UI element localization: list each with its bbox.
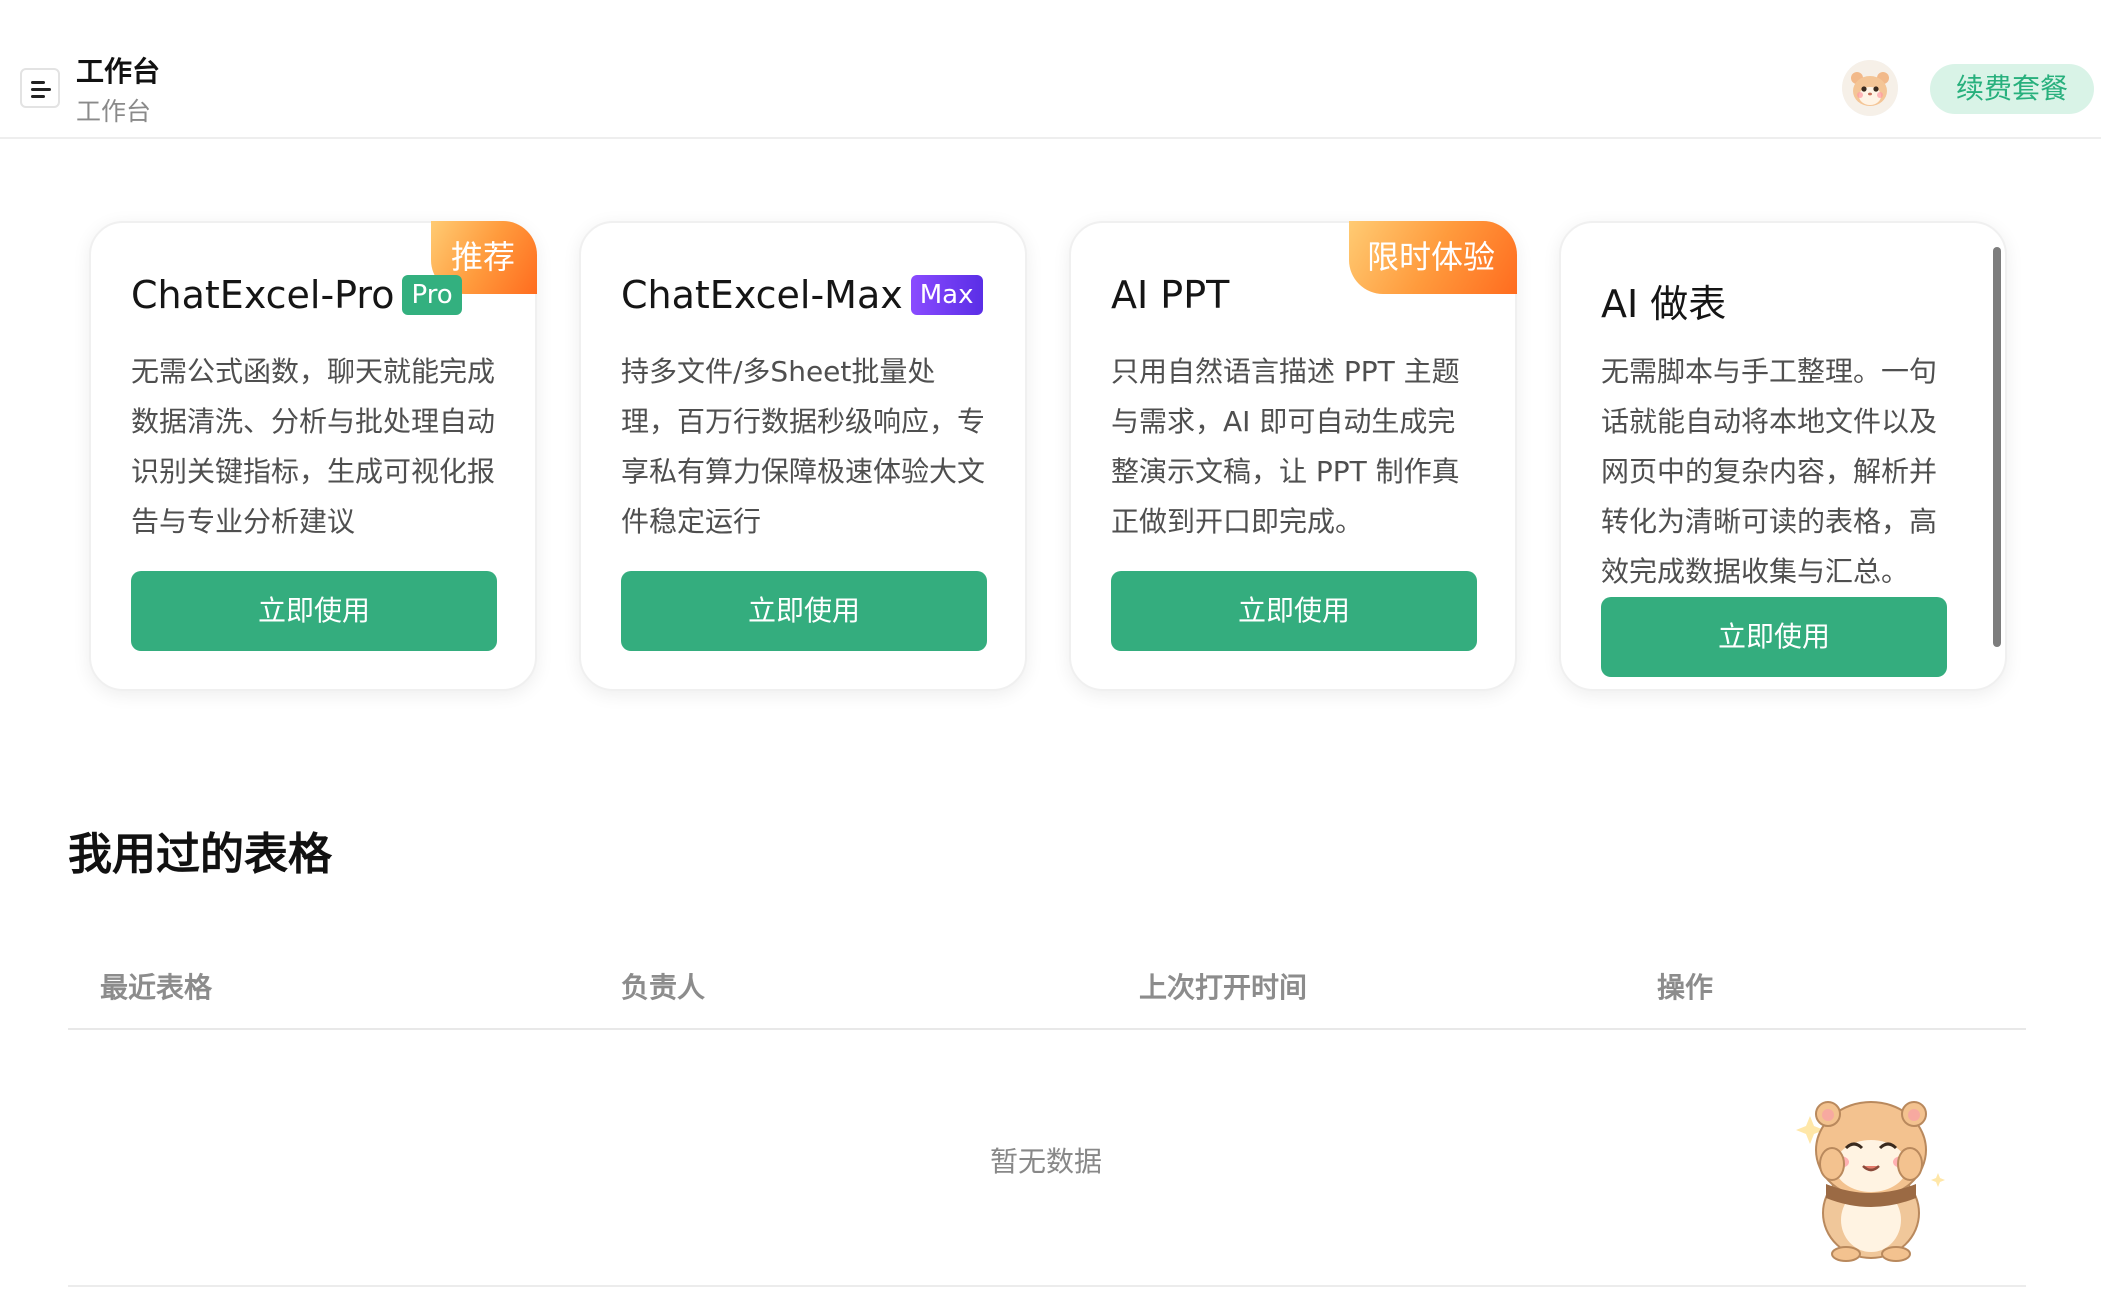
column-header-owner: 负责人 [621, 971, 706, 1004]
card-title-text: ChatExcel-Max [621, 273, 903, 317]
card-title-text: ChatExcel-Pro [131, 273, 395, 317]
product-card-ai-table: AI 做表 无需脚本与手工整理。一句话就能自动将本地文件以及网页中的复杂内容，解… [1559, 221, 2007, 691]
product-card-chatexcel-max: ChatExcel-Max Max 持多文件/多Sheet批量处理，百万行数据秒级… [579, 221, 1027, 691]
column-header-last-opened: 上次打开时间 [1139, 971, 1308, 1004]
column-header-actions: 操作 [1657, 971, 1714, 1004]
section-title: 我用过的表格 [68, 829, 332, 880]
ribbon-badge: 限时体验 [1349, 221, 1517, 294]
use-now-button[interactable]: 立即使用 [131, 571, 497, 651]
product-card-ai-ppt: 限时体验 AI PPT 只用自然语言描述 PPT 主题与需求，AI 即可自动生成… [1069, 221, 1517, 691]
card-description: 无需公式函数，聊天就能完成数据清洗、分析与批处理自动识别关键指标，生成可视化报告… [131, 355, 496, 538]
card-title-text: AI 做表 [1601, 282, 1727, 326]
card-description: 无需脚本与手工整理。一句话就能自动将本地文件以及网页中的复杂内容，解析并转化为清… [1601, 355, 1938, 588]
workbench-page: 工作台 工作台 续费套餐 推荐 ChatExcel-Pro Pro 无需公式函数，… [0, 0, 2101, 1297]
table-header: 最近表格 负责人 上次打开时间 操作 [68, 950, 2026, 1030]
avatar[interactable] [1842, 60, 1898, 116]
use-now-button[interactable]: 立即使用 [621, 571, 987, 651]
menu-icon-line [31, 95, 45, 98]
card-scrollbar[interactable] [1993, 247, 2001, 647]
card-title: ChatExcel-Max Max [621, 273, 983, 318]
card-title: ChatExcel-Pro Pro [131, 273, 462, 318]
renew-plan-button[interactable]: 续费套餐 [1930, 64, 2094, 114]
card-description: 只用自然语言描述 PPT 主题与需求，AI 即可自动生成完整演示文稿，让 PPT… [1111, 355, 1460, 538]
pro-tag: Pro [402, 274, 462, 315]
menu-toggle-button[interactable] [20, 68, 60, 108]
card-title: AI PPT [1111, 273, 1229, 317]
card-title-text: AI PPT [1111, 273, 1230, 317]
empty-state-text: 暂无数据 [990, 1145, 1103, 1178]
hamster-avatar-icon [1842, 60, 1898, 116]
table-divider [68, 1285, 2026, 1287]
max-tag: Max [910, 274, 983, 315]
column-header-recent: 最近表格 [100, 971, 213, 1004]
card-title: AI 做表 [1601, 273, 1726, 328]
product-card-chatexcel-pro: 推荐 ChatExcel-Pro Pro 无需公式函数，聊天就能完成数据清洗、分析… [89, 221, 537, 691]
menu-icon [31, 81, 45, 84]
breadcrumb: 工作台 [76, 97, 152, 126]
hamster-illustration-icon [1796, 1101, 1945, 1262]
use-now-button[interactable]: 立即使用 [1601, 597, 1947, 677]
page-title: 工作台 [76, 55, 161, 88]
card-description: 持多文件/多Sheet批量处理，百万行数据秒级响应，专享私有算力保障极速体验大文… [621, 355, 986, 538]
use-now-button[interactable]: 立即使用 [1111, 571, 1477, 651]
top-header: 工作台 工作台 续费套餐 [0, 0, 2101, 139]
menu-icon-line [31, 88, 51, 91]
